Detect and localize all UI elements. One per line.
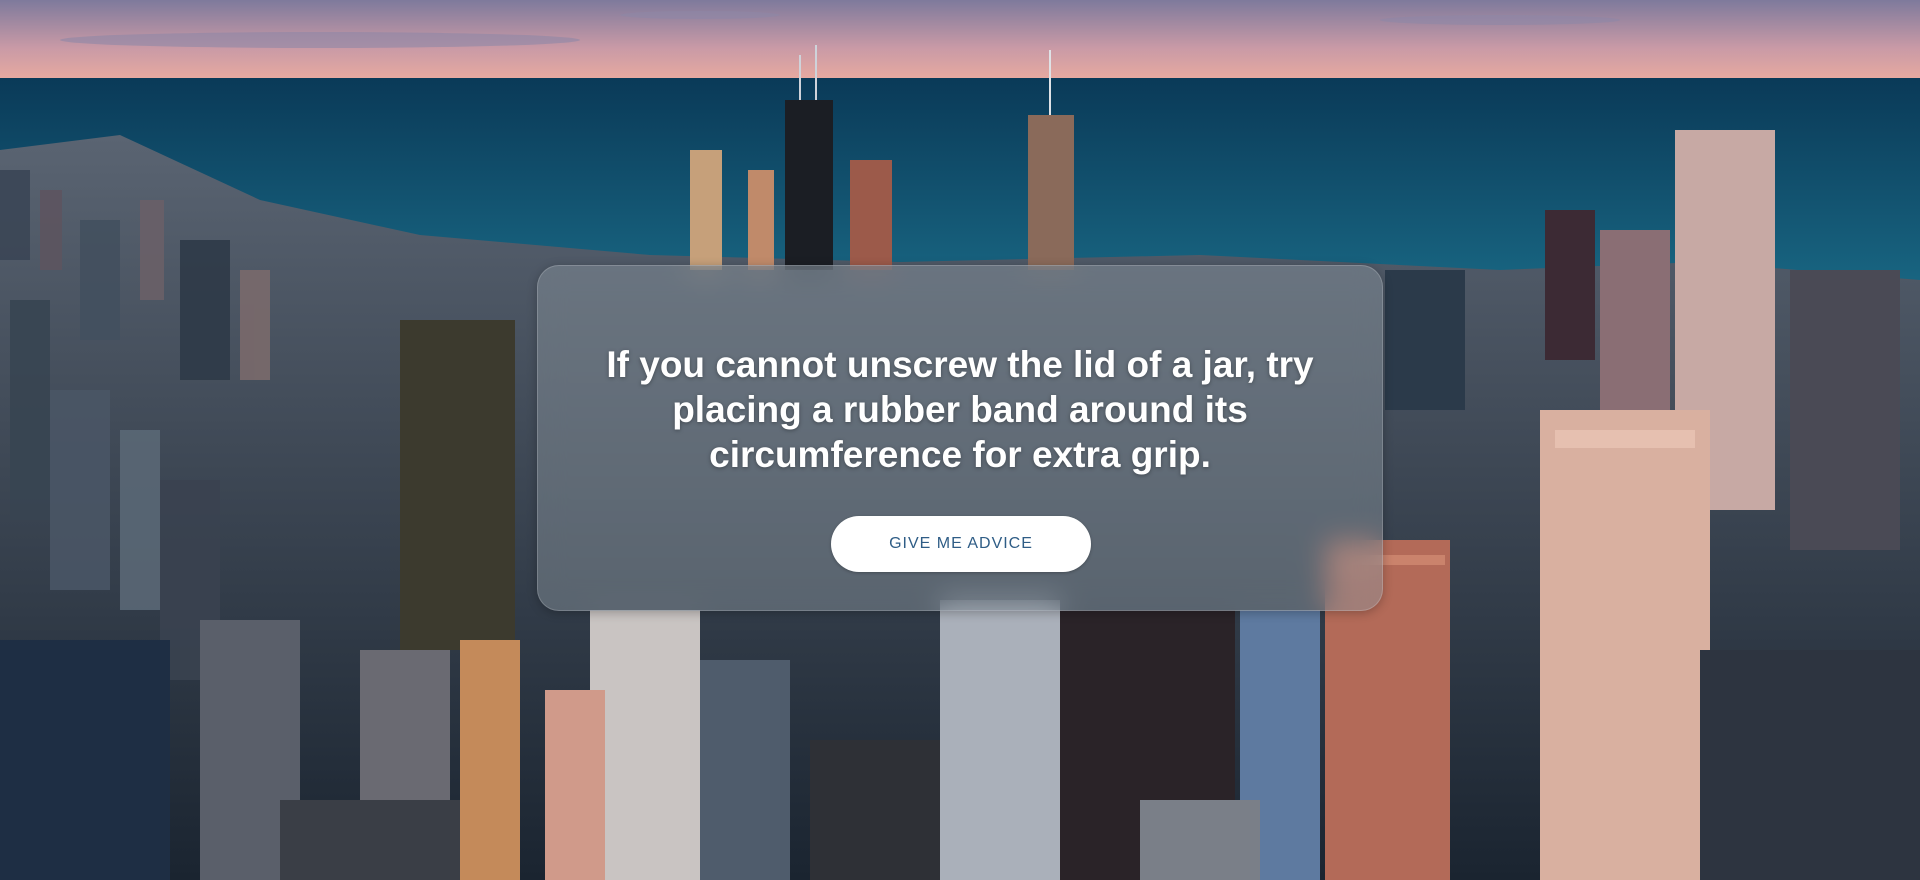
- give-me-advice-button[interactable]: GIVE ME ADVICE: [831, 516, 1091, 572]
- advice-text: If you cannot unscrew the lid of a jar, …: [606, 344, 1314, 475]
- page-background: If you cannot unscrew the lid of a jar, …: [0, 0, 1920, 880]
- advice-card: If you cannot unscrew the lid of a jar, …: [537, 265, 1383, 611]
